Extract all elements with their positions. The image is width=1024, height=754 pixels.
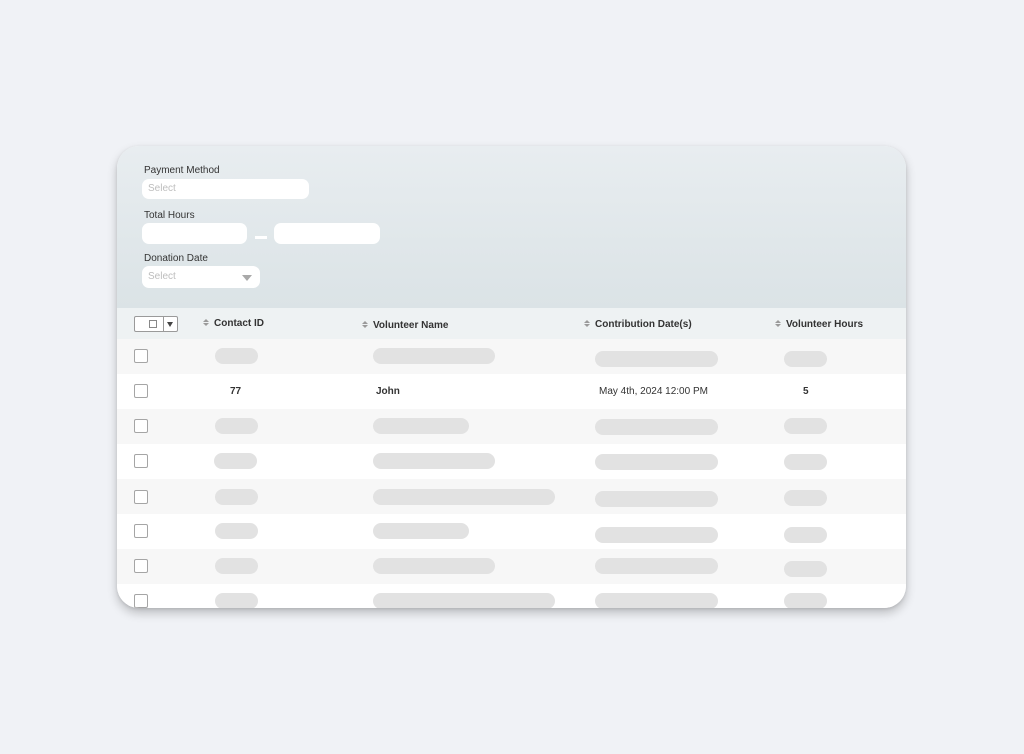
loading-placeholder xyxy=(373,489,555,505)
loading-placeholder xyxy=(373,453,495,469)
table-header: Contact ID Volunteer Name Contribution D… xyxy=(117,308,906,339)
table-row[interactable] xyxy=(117,339,906,374)
chevron-down-icon xyxy=(242,275,252,281)
donation-date-label: Donation Date xyxy=(144,253,208,264)
table-row[interactable] xyxy=(117,549,906,584)
loading-placeholder xyxy=(373,418,469,434)
total-hours-min-input[interactable] xyxy=(142,223,247,244)
contact-id-cell: 77 xyxy=(230,386,242,397)
table-row[interactable] xyxy=(117,444,906,479)
sort-icon[interactable] xyxy=(362,321,368,329)
payment-method-placeholder: Select xyxy=(148,183,176,194)
donation-date-placeholder: Select xyxy=(148,271,176,282)
loading-placeholder xyxy=(784,454,827,470)
select-all-checkbox[interactable] xyxy=(134,316,178,332)
loading-placeholder xyxy=(784,561,827,577)
loading-placeholder xyxy=(215,418,258,434)
column-header-contribution-dates[interactable]: Contribution Date(s) xyxy=(595,319,692,330)
loading-placeholder xyxy=(373,593,555,608)
loading-placeholder xyxy=(214,453,257,469)
volunteer-hours-cell: 5 xyxy=(803,386,809,397)
row-checkbox[interactable] xyxy=(134,454,148,468)
checkbox-icon xyxy=(149,320,157,328)
loading-placeholder xyxy=(215,489,258,505)
loading-placeholder xyxy=(215,593,258,608)
row-checkbox[interactable] xyxy=(134,594,148,608)
table-row[interactable] xyxy=(117,584,906,608)
loading-placeholder xyxy=(784,527,827,543)
table-row[interactable]: 77 John May 4th, 2024 12:00 PM 5 xyxy=(117,374,906,409)
column-header-volunteer-hours[interactable]: Volunteer Hours xyxy=(786,319,863,330)
table-row[interactable] xyxy=(117,514,906,549)
caret-down-icon[interactable] xyxy=(167,322,173,327)
row-checkbox[interactable] xyxy=(134,559,148,573)
total-hours-max-input[interactable] xyxy=(274,223,380,244)
row-checkbox[interactable] xyxy=(134,349,148,363)
loading-placeholder xyxy=(595,593,718,608)
loading-placeholder xyxy=(373,523,469,539)
payment-method-select[interactable]: Select xyxy=(142,179,309,199)
row-checkbox[interactable] xyxy=(134,419,148,433)
loading-placeholder xyxy=(595,558,718,574)
loading-placeholder xyxy=(215,523,258,539)
filter-panel: Payment Method Select Total Hours Donati… xyxy=(117,146,906,308)
column-header-contact-id[interactable]: Contact ID xyxy=(214,318,264,329)
loading-placeholder xyxy=(595,351,718,367)
loading-placeholder xyxy=(595,527,718,543)
loading-placeholder xyxy=(373,558,495,574)
contribution-date-cell: May 4th, 2024 12:00 PM xyxy=(599,386,708,397)
loading-placeholder xyxy=(215,558,258,574)
table-row[interactable] xyxy=(117,479,906,514)
loading-placeholder xyxy=(215,348,258,364)
sort-icon[interactable] xyxy=(584,320,590,328)
loading-placeholder xyxy=(784,593,827,608)
donation-date-select[interactable]: Select xyxy=(142,266,260,288)
volunteer-name-cell: John xyxy=(376,386,400,397)
loading-placeholder xyxy=(595,454,718,470)
sort-icon[interactable] xyxy=(775,320,781,328)
table-body: 77 John May 4th, 2024 12:00 PM 5 xyxy=(117,339,906,608)
loading-placeholder xyxy=(595,491,718,507)
loading-placeholder xyxy=(784,490,827,506)
row-checkbox[interactable] xyxy=(134,524,148,538)
row-checkbox[interactable] xyxy=(134,384,148,398)
loading-placeholder xyxy=(784,418,827,434)
payment-method-label: Payment Method xyxy=(144,165,220,176)
loading-placeholder xyxy=(595,419,718,435)
table-row[interactable] xyxy=(117,409,906,444)
range-separator xyxy=(255,236,267,239)
loading-placeholder xyxy=(784,351,827,367)
volunteer-table-card: Payment Method Select Total Hours Donati… xyxy=(117,146,906,608)
column-header-volunteer-name[interactable]: Volunteer Name xyxy=(373,320,448,331)
sort-icon[interactable] xyxy=(203,319,209,327)
total-hours-label: Total Hours xyxy=(144,210,195,221)
loading-placeholder xyxy=(373,348,495,364)
row-checkbox[interactable] xyxy=(134,490,148,504)
